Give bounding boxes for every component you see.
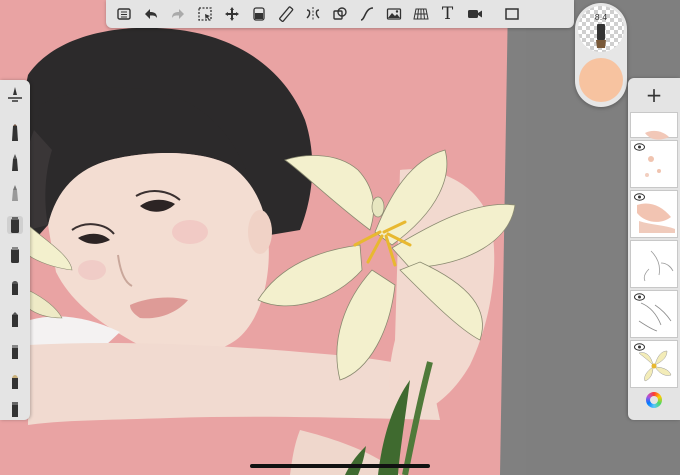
pencil-brush-icon[interactable] (7, 124, 23, 142)
color-wheel-icon[interactable] (646, 392, 662, 408)
drawing-canvas[interactable] (0, 0, 526, 475)
shapes-icon[interactable] (326, 0, 353, 28)
layer-thumbnail[interactable] (630, 290, 678, 338)
layer-thumbnail[interactable] (630, 112, 678, 140)
brush-settings-icon[interactable] (5, 86, 25, 104)
blender-brush-icon[interactable] (7, 372, 23, 390)
video-icon[interactable] (461, 0, 488, 28)
redo-icon[interactable] (164, 0, 191, 28)
text-icon[interactable]: T (434, 0, 461, 28)
brush-preview-icon (596, 24, 606, 48)
current-color-swatch[interactable] (579, 58, 623, 102)
smudge-brush-icon[interactable] (7, 342, 23, 360)
fill-icon[interactable] (245, 0, 272, 28)
perspective-icon[interactable] (407, 0, 434, 28)
flat-brush-icon[interactable] (7, 310, 23, 328)
transform-icon[interactable] (218, 0, 245, 28)
brush-sidebar (0, 80, 30, 420)
symmetry-icon[interactable] (299, 0, 326, 28)
curve-icon[interactable] (353, 0, 380, 28)
brush-puck[interactable]: 8.4 (575, 3, 627, 107)
layer-thumbnail[interactable] (630, 190, 678, 238)
airbrush-brush-icon[interactable] (7, 216, 23, 234)
layer-thumbnail[interactable] (630, 340, 678, 388)
layer-thumbnail[interactable] (630, 240, 678, 288)
fullscreen-icon[interactable] (498, 0, 525, 28)
image-icon[interactable] (380, 0, 407, 28)
ink-pen-brush-icon[interactable] (7, 154, 23, 172)
top-toolbar: T (106, 0, 574, 28)
layer-thumbnail[interactable] (630, 140, 678, 188)
home-indicator (250, 464, 430, 468)
add-layer-button[interactable]: + (628, 82, 680, 108)
marker-brush-icon[interactable] (7, 184, 23, 202)
watercolor-brush-icon[interactable] (7, 278, 23, 296)
ruler-icon[interactable] (272, 0, 299, 28)
gallery-icon[interactable] (110, 0, 137, 28)
layers-panel: + (628, 78, 680, 420)
eraser-brush-icon[interactable] (7, 400, 23, 418)
undo-icon[interactable] (137, 0, 164, 28)
selection-icon[interactable] (191, 0, 218, 28)
brush-size-indicator[interactable]: 8.4 (578, 6, 624, 52)
paint-brush-icon[interactable] (7, 246, 23, 264)
